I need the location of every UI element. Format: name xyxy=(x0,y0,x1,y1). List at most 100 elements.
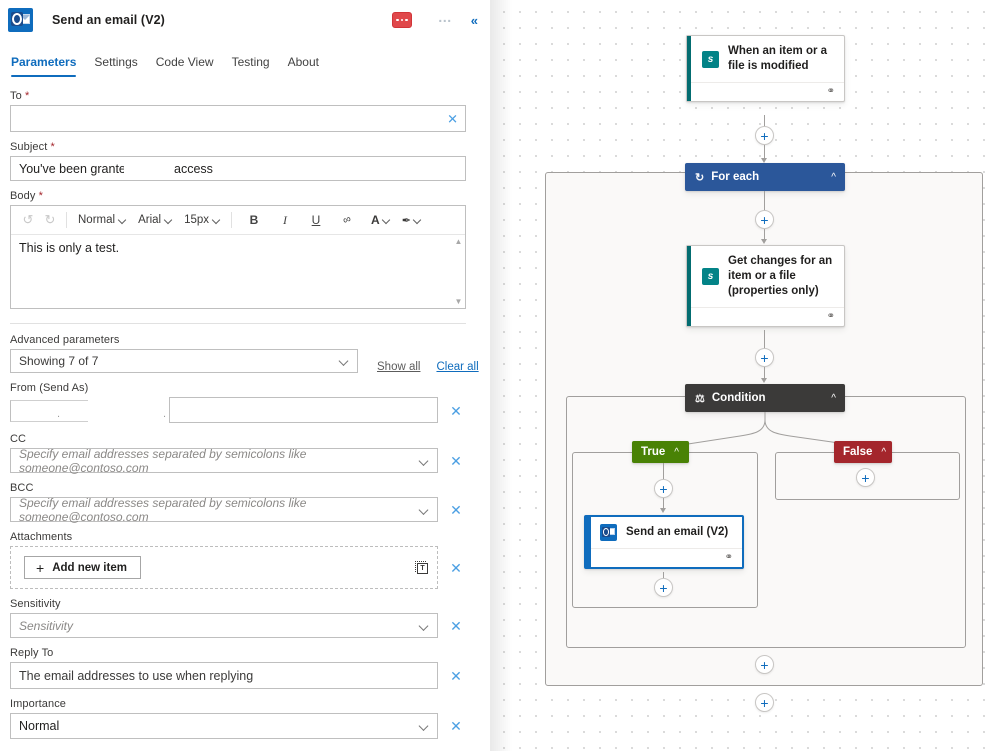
font-size-dropdown[interactable]: 15px xyxy=(178,209,226,231)
more-options-button[interactable]: … xyxy=(430,10,461,27)
show-all-link[interactable]: Show all xyxy=(377,361,420,373)
field-reply-to: Reply To The email addresses to use when… xyxy=(10,647,466,689)
error-more-button[interactable] xyxy=(391,12,412,28)
add-action-button-true-bottom[interactable]: + xyxy=(654,578,673,597)
importance-input[interactable]: Normal xyxy=(10,713,438,739)
flow-canvas[interactable]: s When an item or a file is modified ⚭ +… xyxy=(490,0,999,751)
scroll-up-icon[interactable]: ▲ xyxy=(455,237,463,246)
add-action-button-bottom[interactable]: + xyxy=(755,693,774,712)
clear-bcc-icon[interactable]: ✕ xyxy=(438,503,466,517)
clear-cc-icon[interactable]: ✕ xyxy=(438,454,466,468)
toolbar-divider xyxy=(66,212,67,228)
chevron-down-icon xyxy=(420,722,429,731)
scroll-down-icon[interactable]: ▼ xyxy=(455,297,463,306)
subject-input[interactable]: You've been granted access xyxy=(10,156,466,181)
collapse-panel-button[interactable]: « xyxy=(461,13,482,28)
cc-input[interactable]: Specify email addresses separated by sem… xyxy=(10,447,438,475)
from-send-as-input[interactable]: . xyxy=(10,397,438,424)
clear-reply-to-icon[interactable]: ✕ xyxy=(438,669,466,683)
tab-code-view[interactable]: Code View xyxy=(147,52,223,78)
sensitivity-input[interactable]: Sensitivity xyxy=(10,613,438,638)
tab-parameters[interactable]: Parameters xyxy=(11,52,85,78)
field-body: Body * ↺ ↻ Normal Arial 15px B I U ∞ A ✒… xyxy=(10,190,466,309)
tab-settings[interactable]: Settings xyxy=(85,52,146,78)
from-send-as-field-box[interactable] xyxy=(169,397,438,423)
bcc-input[interactable]: Specify email addresses separated by sem… xyxy=(10,495,438,524)
branch-true-label: True xyxy=(641,446,666,458)
clear-all-link[interactable]: Clear all xyxy=(436,361,478,373)
parameters-form: To * ✕ Subject * You've been granted acc… xyxy=(0,78,490,739)
chevron-down-icon xyxy=(414,217,421,224)
reply-to-input[interactable]: The email addresses to use when replying xyxy=(10,662,438,689)
clear-importance-icon[interactable]: ✕ xyxy=(438,719,466,733)
to-input[interactable]: ✕ xyxy=(10,105,466,132)
field-to: To * ✕ xyxy=(10,90,466,132)
section-divider xyxy=(10,323,466,324)
advanced-parameters-row: Showing 7 of 7 Show all Clear all xyxy=(10,349,479,373)
importance-value: Normal xyxy=(19,719,60,733)
highlight-icon: ✒ xyxy=(401,214,411,227)
body-rich-text-editor[interactable]: ↺ ↻ Normal Arial 15px B I U ∞ A ✒ This i… xyxy=(10,205,466,309)
from-send-as-redacted-dot: . xyxy=(163,408,167,420)
chevron-up-icon[interactable]: ^ xyxy=(674,447,679,458)
from-send-as-redacted-left xyxy=(10,400,88,422)
node-title: Send an email (V2) xyxy=(626,526,729,538)
page-title: Send an email (V2) xyxy=(52,13,165,27)
tab-about[interactable]: About xyxy=(279,52,328,78)
label-to: To * xyxy=(10,90,30,102)
tab-testing[interactable]: Testing xyxy=(223,52,279,78)
label-attachments: Attachments xyxy=(10,531,73,543)
font-family-dropdown[interactable]: Arial xyxy=(132,209,178,231)
switch-to-text-mode-icon[interactable]: T xyxy=(415,560,429,575)
branch-true-badge[interactable]: True ^ xyxy=(632,441,689,463)
subject-value-part1: You've been granted xyxy=(19,161,124,176)
outlook-icon xyxy=(8,8,33,32)
paragraph-style-dropdown[interactable]: Normal xyxy=(72,209,132,231)
paragraph-style-value: Normal xyxy=(78,214,116,226)
panel-tabs: Parameters Settings Code View Testing Ab… xyxy=(0,52,490,78)
field-bcc: BCC Specify email addresses separated by… xyxy=(10,482,466,524)
clear-attachments-icon[interactable]: ✕ xyxy=(438,561,466,575)
label-from-send-as: From (Send As) xyxy=(10,382,89,394)
field-cc: CC Specify email addresses separated by … xyxy=(10,433,466,475)
label-sensitivity: Sensitivity xyxy=(10,598,61,610)
panel-header-actions: … « xyxy=(391,10,482,28)
body-text-area[interactable]: This is only a test. ▲ ▼ xyxy=(11,235,465,308)
branch-false-badge[interactable]: False ^ xyxy=(834,441,892,463)
add-action-button-foreach-bottom[interactable]: + xyxy=(755,655,774,674)
clear-sensitivity-icon[interactable]: ✕ xyxy=(438,619,466,633)
condition-branch-edges xyxy=(674,412,861,447)
undo-icon[interactable]: ↺ xyxy=(17,209,39,231)
font-size-value: 15px xyxy=(184,214,210,226)
add-new-item-label: Add new item xyxy=(52,561,127,574)
toolbar-divider xyxy=(231,212,233,228)
outlook-icon xyxy=(600,524,617,541)
clear-to-icon[interactable]: ✕ xyxy=(447,112,458,125)
chevron-down-icon xyxy=(383,217,390,224)
highlight-color-dropdown[interactable]: ✒ xyxy=(396,209,427,231)
chevron-down-icon xyxy=(340,357,349,366)
node-send-an-email[interactable]: Send an email (V2) ⚭ xyxy=(584,515,744,569)
link-icon[interactable]: ∞ xyxy=(333,206,361,234)
italic-icon[interactable]: I xyxy=(274,209,296,231)
add-action-button-false[interactable]: + xyxy=(856,468,875,487)
body-value: This is only a test. xyxy=(19,241,120,255)
redo-icon[interactable]: ↻ xyxy=(39,209,61,231)
chevron-up-icon[interactable]: ^ xyxy=(881,447,886,458)
field-from-send-as: From (Send As) . ✕ xyxy=(10,382,466,424)
branch-false-label: False xyxy=(843,446,873,458)
add-new-item-button[interactable]: + Add new item xyxy=(24,556,141,579)
advanced-parameters-dropdown[interactable]: Showing 7 of 7 xyxy=(10,349,358,373)
bold-icon[interactable]: B xyxy=(243,209,265,231)
font-color-dropdown[interactable]: A xyxy=(365,209,396,231)
clear-from-send-as-icon[interactable]: ✕ xyxy=(438,404,466,418)
add-action-button-true-top[interactable]: + xyxy=(654,479,673,498)
chevron-down-icon xyxy=(420,621,429,630)
connection-icon: ⚭ xyxy=(724,552,733,563)
label-importance: Importance xyxy=(10,698,67,710)
bcc-placeholder: Specify email addresses separated by sem… xyxy=(19,495,307,524)
body-scrollbar[interactable]: ▲ ▼ xyxy=(454,237,463,306)
underline-icon[interactable]: U xyxy=(305,209,327,231)
field-importance: Importance Normal ✕ xyxy=(10,698,466,739)
chevron-down-icon xyxy=(119,217,126,224)
